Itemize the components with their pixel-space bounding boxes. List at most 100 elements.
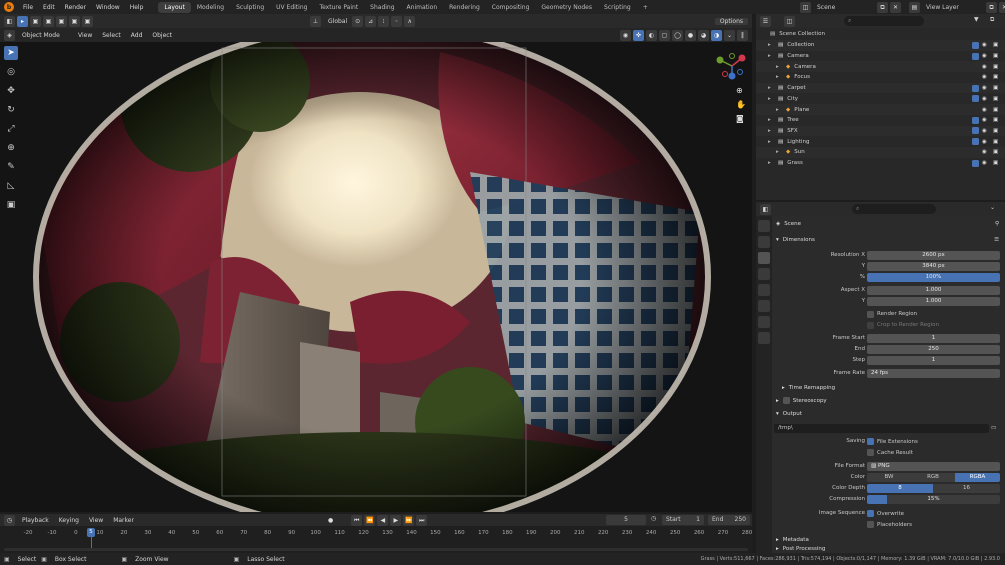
transform-orientation-icon[interactable]: ⊥ bbox=[310, 15, 321, 27]
tab-sculpting[interactable]: Sculpting bbox=[230, 2, 270, 13]
scene-icon[interactable]: ◫ bbox=[800, 2, 811, 13]
presets-icon[interactable]: ☰ bbox=[994, 237, 999, 243]
view-layer-tab-icon[interactable] bbox=[758, 268, 770, 280]
measure-tool-icon[interactable]: ◺ bbox=[4, 179, 18, 193]
color-depth-8-option[interactable]: 8 bbox=[867, 483, 933, 493]
output-panel-header[interactable]: ▾ Output bbox=[772, 408, 1005, 419]
snap-icon[interactable]: ⊿ bbox=[365, 15, 377, 27]
render-camera-icon[interactable]: ▣ bbox=[993, 96, 998, 102]
tab-texture-paint[interactable]: Texture Paint bbox=[313, 2, 364, 13]
timeline-editor-icon[interactable]: ◷ bbox=[4, 514, 15, 526]
expand-arrow-icon[interactable]: ▸ bbox=[768, 160, 774, 166]
delete-scene-icon[interactable]: ✕ bbox=[890, 2, 901, 13]
select-mode-icon[interactable]: ▸ bbox=[17, 15, 28, 27]
editor-type-icon[interactable]: ◧ bbox=[4, 15, 15, 27]
properties-editor-icon[interactable]: ◧ bbox=[760, 204, 771, 215]
select-menu[interactable]: Select bbox=[97, 32, 126, 39]
x-axis-icon[interactable] bbox=[738, 54, 746, 62]
menu-edit[interactable]: Edit bbox=[38, 4, 60, 11]
collection-tab-icon[interactable] bbox=[758, 316, 770, 328]
view-layer-icon[interactable]: ▤ bbox=[909, 2, 920, 13]
transform-tool-icon[interactable]: ⊕ bbox=[4, 141, 18, 155]
render-camera-icon[interactable]: ▣ bbox=[993, 53, 998, 59]
exclude-checkbox[interactable] bbox=[972, 95, 979, 103]
mode-extend-icon[interactable]: ▣ bbox=[43, 15, 54, 27]
pivot-icon[interactable]: ⊙ bbox=[352, 15, 364, 27]
expand-arrow-icon[interactable]: ▸ bbox=[776, 64, 782, 70]
crop-region-checkbox[interactable] bbox=[867, 321, 874, 329]
outliner-row[interactable]: ▸ ▤ Tree ◉ ▣ bbox=[756, 115, 1005, 126]
aspect-x-field[interactable]: 1.000 bbox=[867, 285, 1000, 295]
expand-arrow-icon[interactable]: ▸ bbox=[776, 74, 782, 80]
render-camera-icon[interactable]: ▣ bbox=[993, 85, 998, 91]
visibility-eye-icon[interactable]: ◉ bbox=[982, 107, 987, 113]
marker-menu[interactable]: Marker bbox=[108, 517, 139, 524]
frame-step-field[interactable]: 1 bbox=[867, 355, 1000, 365]
outliner-row[interactable]: ▸ ▤ SFX ◉ ▣ bbox=[756, 125, 1005, 137]
folder-icon[interactable]: ▭ bbox=[991, 425, 996, 431]
visibility-icon[interactable]: ◉ bbox=[620, 29, 631, 41]
render-region-checkbox[interactable] bbox=[867, 310, 874, 318]
visibility-eye-icon[interactable]: ◉ bbox=[982, 96, 987, 102]
expand-arrow-icon[interactable]: ▸ bbox=[768, 42, 774, 48]
cache-result-option[interactable]: Cache Result bbox=[867, 448, 913, 456]
cursor-tool-icon[interactable]: ◎ bbox=[4, 65, 18, 79]
visibility-eye-icon[interactable]: ◉ bbox=[982, 42, 987, 48]
pin-icon[interactable]: ⚲ bbox=[995, 221, 999, 227]
frame-rate-dropdown[interactable]: 24 fps bbox=[867, 368, 1000, 378]
time-remapping-header[interactable]: ▸ Time Remapping bbox=[772, 382, 1005, 393]
visibility-eye-icon[interactable]: ◉ bbox=[982, 128, 987, 134]
pan-view-icon[interactable]: ✋ bbox=[736, 100, 746, 109]
falloff-icon[interactable]: ∧ bbox=[404, 15, 416, 27]
crop-region-row[interactable]: Crop to Render Region bbox=[772, 320, 1005, 330]
exclude-checkbox[interactable] bbox=[972, 41, 979, 49]
keying-menu[interactable]: Keying bbox=[54, 517, 84, 524]
mode-invert-icon[interactable]: ▣ bbox=[69, 15, 80, 27]
color-rgba-option[interactable]: RGBA bbox=[955, 472, 1000, 482]
outliner-row[interactable]: ▸ ▤ City ◉ ▣ bbox=[756, 94, 1005, 105]
outliner-row[interactable]: ▸ ◆ Camera ◉ ▣ bbox=[756, 61, 1005, 73]
expand-arrow-icon[interactable]: ▸ bbox=[776, 149, 782, 155]
outliner-row[interactable]: ▸ ▤ Camera ◉ ▣ bbox=[756, 51, 1005, 62]
visibility-eye-icon[interactable]: ◉ bbox=[982, 85, 987, 91]
expand-arrow-icon[interactable]: ▸ bbox=[768, 85, 774, 91]
display-mode-icon[interactable]: ◫ bbox=[784, 16, 795, 27]
outliner-editor-icon[interactable]: ☰ bbox=[760, 16, 771, 27]
mode-new-icon[interactable]: ▣ bbox=[30, 15, 41, 27]
tab-shading[interactable]: Shading bbox=[364, 2, 400, 13]
jump-start-icon[interactable]: ⏮ bbox=[351, 515, 363, 526]
timeline-scrollbar[interactable] bbox=[4, 548, 748, 551]
snap-target-icon[interactable]: ⁝ bbox=[378, 15, 390, 27]
tab-layout[interactable]: Layout bbox=[158, 1, 191, 13]
mode-intersect-icon[interactable]: ▣ bbox=[82, 15, 93, 27]
new-scene-icon[interactable]: ⧉ bbox=[877, 2, 888, 13]
render-camera-icon[interactable]: ▣ bbox=[993, 64, 998, 70]
new-collection-icon[interactable]: ⧉ bbox=[990, 16, 994, 24]
playback-menu[interactable]: Playback bbox=[17, 517, 54, 524]
y-axis-icon[interactable] bbox=[716, 56, 724, 64]
gizmo-toggle-icon[interactable]: ✜ bbox=[633, 29, 644, 41]
end-frame-field[interactable]: End 250 bbox=[708, 515, 750, 525]
current-frame-field[interactable]: 5 bbox=[606, 515, 646, 525]
compression-slider[interactable]: 15% bbox=[867, 494, 1000, 504]
tab-modeling[interactable]: Modeling bbox=[191, 2, 230, 13]
color-depth-16-option[interactable]: 16 bbox=[933, 483, 1000, 493]
tab-compositing[interactable]: Compositing bbox=[486, 2, 536, 13]
playhead-indicator[interactable]: 5 bbox=[87, 528, 95, 537]
keyframe-dot-icon[interactable]: ● bbox=[328, 517, 333, 524]
expand-arrow-icon[interactable]: ▸ bbox=[768, 53, 774, 59]
frame-start-field[interactable]: 1 bbox=[867, 333, 1000, 343]
exclude-checkbox[interactable] bbox=[972, 84, 979, 92]
view-layer-name[interactable]: View Layer bbox=[926, 4, 986, 11]
orientation-dropdown[interactable]: Global bbox=[323, 18, 352, 25]
start-frame-field[interactable]: Start 1 bbox=[662, 515, 704, 525]
scale-tool-icon[interactable]: ⤢ bbox=[4, 122, 18, 136]
menu-file[interactable]: File bbox=[18, 4, 38, 11]
timeline-ruler[interactable]: 5 -20 -10 0 10 20 30 40 50 60 70 80 90 100 110 120 130 1… bbox=[0, 526, 752, 553]
properties-search-input[interactable]: ⌕ bbox=[852, 204, 936, 214]
mode-subtract-icon[interactable]: ▣ bbox=[56, 15, 67, 27]
expand-arrow-icon[interactable]: ▸ bbox=[768, 96, 774, 102]
file-format-dropdown[interactable]: ▨ PNG bbox=[867, 461, 1000, 471]
render-camera-icon[interactable]: ▣ bbox=[993, 74, 998, 80]
jump-end-icon[interactable]: ⏭ bbox=[416, 515, 428, 526]
